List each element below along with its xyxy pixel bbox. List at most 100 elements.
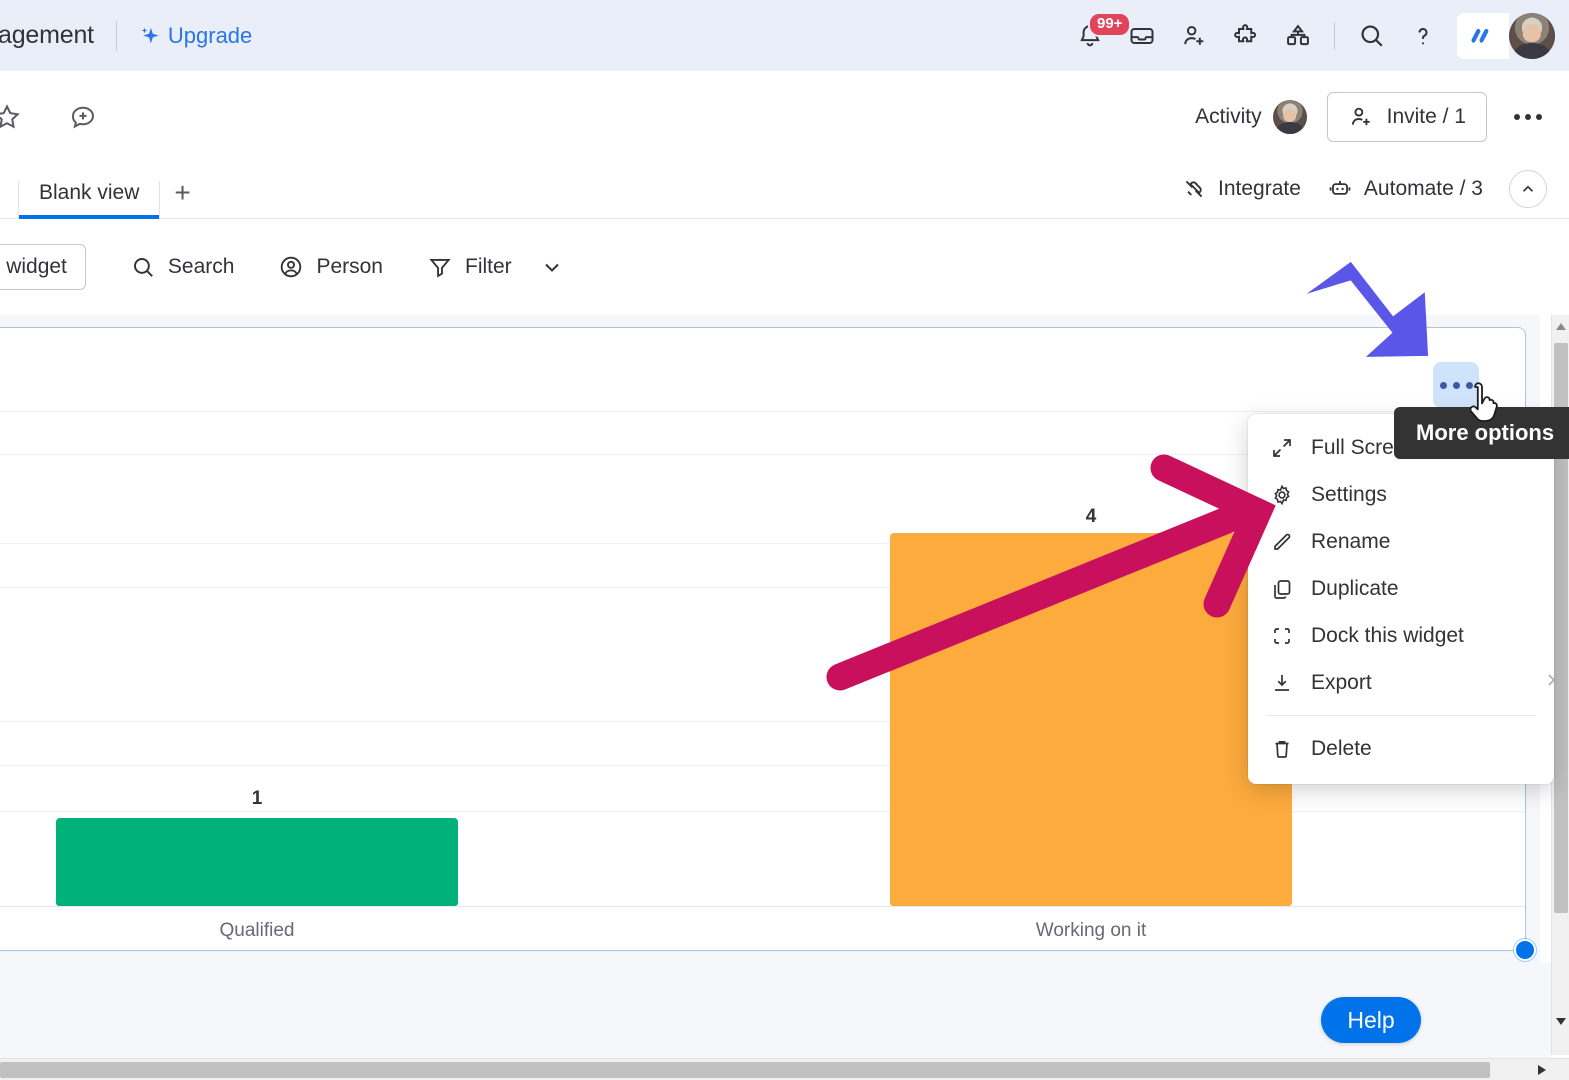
menu-item-label: Delete [1311, 736, 1372, 760]
help-button[interactable]: Help [1321, 997, 1421, 1043]
integrate-label: Integrate [1218, 177, 1301, 200]
invite-label: Invite / 1 [1386, 105, 1466, 128]
add-view-button[interactable]: + [160, 179, 204, 218]
widget-resize-handle[interactable] [1514, 939, 1536, 961]
dot-3 [1536, 114, 1542, 120]
menu-item-label: Full Scree [1311, 435, 1406, 459]
dot-2 [1452, 381, 1460, 389]
bar-category-working-on-it: Working on it [1035, 920, 1147, 941]
integrate-button[interactable]: Integrate [1181, 176, 1301, 202]
chevron-down-icon[interactable] [540, 255, 564, 279]
widget-context-menu: Full Scree Settings Rename Duplicate Doc… [1248, 414, 1554, 784]
search-label: Search [167, 255, 235, 278]
upgrade-button[interactable]: Upgrade [139, 23, 252, 49]
person-icon [278, 254, 304, 280]
automate-label: Automate / 3 [1363, 177, 1483, 200]
collapse-header-button[interactable] [1509, 170, 1547, 208]
invite-button[interactable]: Invite / 1 [1326, 92, 1487, 142]
page-bottom-background [0, 963, 1551, 1058]
copy-icon [1270, 577, 1294, 601]
chevron-right-icon [1541, 670, 1554, 696]
scroll-down-arrow[interactable] [1552, 1011, 1569, 1031]
monday-logo-icon[interactable] [1457, 12, 1509, 59]
automate-button[interactable]: Automate / 3 [1327, 176, 1483, 202]
horizontal-scrollbar[interactable] [0, 1058, 1569, 1080]
gridline [0, 811, 1525, 812]
gridline [0, 411, 1525, 412]
topbar-left-group: agement Upgrade [0, 0, 252, 71]
menu-item-duplicate[interactable]: Duplicate [1248, 565, 1554, 612]
filter-button[interactable]: Filter [427, 254, 564, 280]
menu-item-settings[interactable]: Settings [1248, 471, 1554, 518]
star-icon[interactable] [0, 102, 22, 132]
bar-value-qualified: 1 [251, 788, 263, 809]
menu-item-rename[interactable]: Rename [1248, 518, 1554, 565]
invite-person-icon [1348, 104, 1374, 130]
user-avatar[interactable] [1509, 12, 1555, 59]
tab-blank-view[interactable]: Blank view [18, 181, 161, 219]
person-filter-button[interactable]: Person [278, 254, 383, 280]
menu-item-label: Export [1311, 670, 1372, 694]
menu-item-label: Rename [1311, 529, 1391, 553]
sparkle-icon [139, 25, 161, 47]
dot-2 [1525, 114, 1531, 120]
invite-members-icon[interactable] [1168, 10, 1220, 62]
dot-1 [1514, 114, 1520, 120]
mouse-cursor-pointer [1469, 382, 1498, 422]
menu-item-export[interactable]: Export [1248, 659, 1554, 706]
person-label: Person [316, 255, 383, 278]
board-header: Activity Invite / 1 [0, 71, 1569, 163]
automate-robot-icon [1327, 176, 1353, 202]
search-button[interactable]: Search [130, 254, 235, 280]
search-icon[interactable] [1345, 10, 1397, 62]
widget-toolbar: dd widget Search Person [0, 219, 1569, 315]
integrate-plug-icon [1181, 176, 1207, 202]
topbar-divider [115, 20, 117, 51]
add-widget-button[interactable]: dd widget [0, 244, 86, 290]
apps-puzzle-icon[interactable] [1220, 10, 1272, 62]
board-more-options-button[interactable] [1507, 96, 1549, 138]
inbox-icon[interactable] [1116, 10, 1168, 62]
dock-icon [1270, 624, 1294, 648]
topbar-icon-separator [1334, 21, 1335, 50]
pencil-icon [1270, 530, 1294, 554]
filter-label: Filter [465, 255, 512, 278]
board-header-left [0, 102, 98, 132]
download-icon [1270, 671, 1294, 695]
chart-baseline [0, 906, 1525, 907]
search-icon [130, 254, 156, 280]
menu-item-label: Dock this widget [1311, 623, 1464, 647]
dot-1 [1439, 381, 1447, 389]
topbar-right-group: 99+ [1064, 0, 1555, 71]
bar-qualified[interactable] [56, 818, 458, 906]
trash-icon [1270, 737, 1294, 761]
view-tabs-row: Blank view + Integrate Automate / 3 [0, 163, 1569, 219]
notifications-bell-icon[interactable]: 99+ [1064, 10, 1132, 62]
add-widget-label: dd widget [0, 255, 67, 278]
menu-item-dock-this-widget[interactable]: Dock this widget [1248, 612, 1554, 659]
top-navigation-bar: agement Upgrade 99+ [0, 0, 1569, 71]
menu-separator [1266, 715, 1536, 716]
bar-working-on-it[interactable] [890, 533, 1292, 906]
menu-item-label: Duplicate [1311, 576, 1399, 600]
tabs-right-group: Integrate Automate / 3 [1181, 170, 1547, 208]
workspace-title: agement [0, 21, 94, 49]
tab-label: Blank view [39, 181, 140, 204]
filter-funnel-icon [427, 254, 453, 280]
bar-value-working-on-it: 4 [1085, 506, 1097, 527]
scroll-right-arrow[interactable] [1533, 1060, 1551, 1080]
activity-button[interactable]: Activity [1195, 100, 1307, 134]
help-question-icon[interactable] [1397, 10, 1449, 62]
board-header-right: Activity Invite / 1 [1195, 92, 1549, 142]
horizontal-scrollbar-thumb[interactable] [0, 1062, 1490, 1078]
workspaces-icon[interactable] [1272, 10, 1324, 62]
menu-item-label: Settings [1311, 482, 1387, 506]
scroll-up-arrow[interactable] [1552, 317, 1569, 337]
menu-item-delete[interactable]: Delete [1248, 725, 1554, 772]
dashboard-page: agement Upgrade 99+ Activity Invite / 1 … [0, 0, 1569, 1080]
expand-fullscreen-icon [1270, 436, 1294, 460]
activity-avatar[interactable] [1272, 100, 1307, 134]
add-update-icon[interactable] [68, 102, 98, 132]
bar-category-qualified: Qualified [219, 920, 295, 941]
upgrade-label: Upgrade [167, 22, 253, 48]
